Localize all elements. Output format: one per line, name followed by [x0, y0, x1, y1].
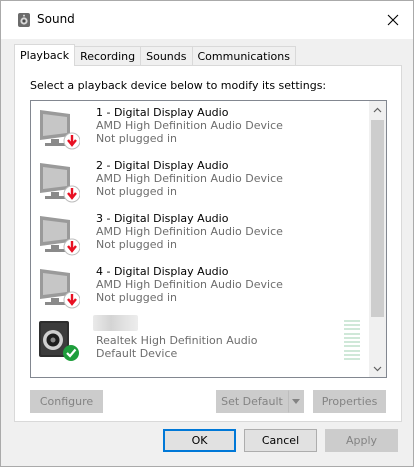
device-status: Not plugged in — [96, 132, 178, 145]
scroll-down-button[interactable] — [369, 360, 386, 377]
device-driver: AMD High Definition Audio Device — [96, 119, 283, 132]
device-list[interactable]: 1 - Digital Display Audio AMD High Defin… — [30, 100, 387, 378]
device-name: 2 - Digital Display Audio — [96, 159, 229, 172]
device-status: Default Device — [96, 347, 178, 360]
title-bar[interactable]: Sound — [1, 1, 413, 39]
chevron-down-icon — [373, 366, 382, 371]
monitor-icon — [40, 110, 80, 150]
cancel-button[interactable]: Cancel — [244, 429, 317, 452]
device-name-blurred — [93, 315, 138, 331]
ok-button[interactable]: OK — [163, 429, 236, 452]
close-icon — [387, 14, 399, 26]
sound-dialog: Sound Playback Recording Sounds Communic… — [0, 0, 414, 467]
window-title: Sound — [37, 12, 75, 26]
monitor-icon — [40, 216, 80, 256]
device-driver: AMD High Definition Audio Device — [96, 278, 283, 291]
device-item[interactable]: 1 - Digital Display Audio AMD High Defin… — [31, 101, 371, 154]
scrollbar[interactable] — [369, 101, 386, 377]
apply-button[interactable]: Apply — [325, 429, 398, 452]
scroll-up-button[interactable] — [369, 101, 386, 118]
device-item[interactable]: 3 - Digital Display Audio AMD High Defin… — [31, 207, 371, 260]
device-item[interactable]: 4 - Digital Display Audio AMD High Defin… — [31, 260, 371, 313]
device-driver: Realtek High Definition Audio — [96, 334, 258, 347]
scroll-thumb[interactable] — [371, 120, 384, 317]
instruction-text: Select a playback device below to modify… — [30, 79, 327, 92]
properties-button[interactable]: Properties — [313, 390, 386, 413]
tab-communications[interactable]: Communications — [191, 46, 296, 66]
set-default-split-button[interactable]: Set Default — [216, 390, 304, 413]
speaker-box-icon — [39, 321, 79, 361]
monitor-icon — [40, 269, 80, 309]
close-button[interactable] — [373, 1, 413, 39]
tab-recording[interactable]: Recording — [74, 46, 142, 66]
set-default-dropdown[interactable] — [288, 390, 304, 413]
device-name: 3 - Digital Display Audio — [96, 212, 229, 225]
tab-playback[interactable]: Playback — [14, 44, 76, 66]
monitor-icon — [40, 163, 80, 203]
device-driver: AMD High Definition Audio Device — [96, 225, 283, 238]
device-driver: AMD High Definition Audio Device — [96, 172, 283, 185]
device-status: Not plugged in — [96, 238, 178, 251]
tab-strip: Playback Recording Sounds Communications — [14, 44, 296, 66]
chevron-up-icon — [373, 107, 382, 112]
tab-sounds[interactable]: Sounds — [140, 46, 193, 66]
device-item[interactable]: 2 - Digital Display Audio AMD High Defin… — [31, 154, 371, 207]
device-name: 1 - Digital Display Audio — [96, 106, 229, 119]
playback-panel: Select a playback device below to modify… — [14, 65, 402, 422]
device-status: Not plugged in — [96, 185, 178, 198]
device-item-default[interactable]: Realtek High Definition Audio Default De… — [31, 313, 371, 366]
device-name: 4 - Digital Display Audio — [96, 265, 229, 278]
speaker-icon — [18, 13, 30, 27]
default-check-icon — [63, 345, 79, 361]
chevron-down-icon — [292, 399, 300, 404]
set-default-button[interactable]: Set Default — [216, 390, 288, 413]
configure-button[interactable]: Configure — [30, 390, 103, 413]
volume-level-meter — [344, 320, 360, 360]
device-status: Not plugged in — [96, 291, 178, 304]
